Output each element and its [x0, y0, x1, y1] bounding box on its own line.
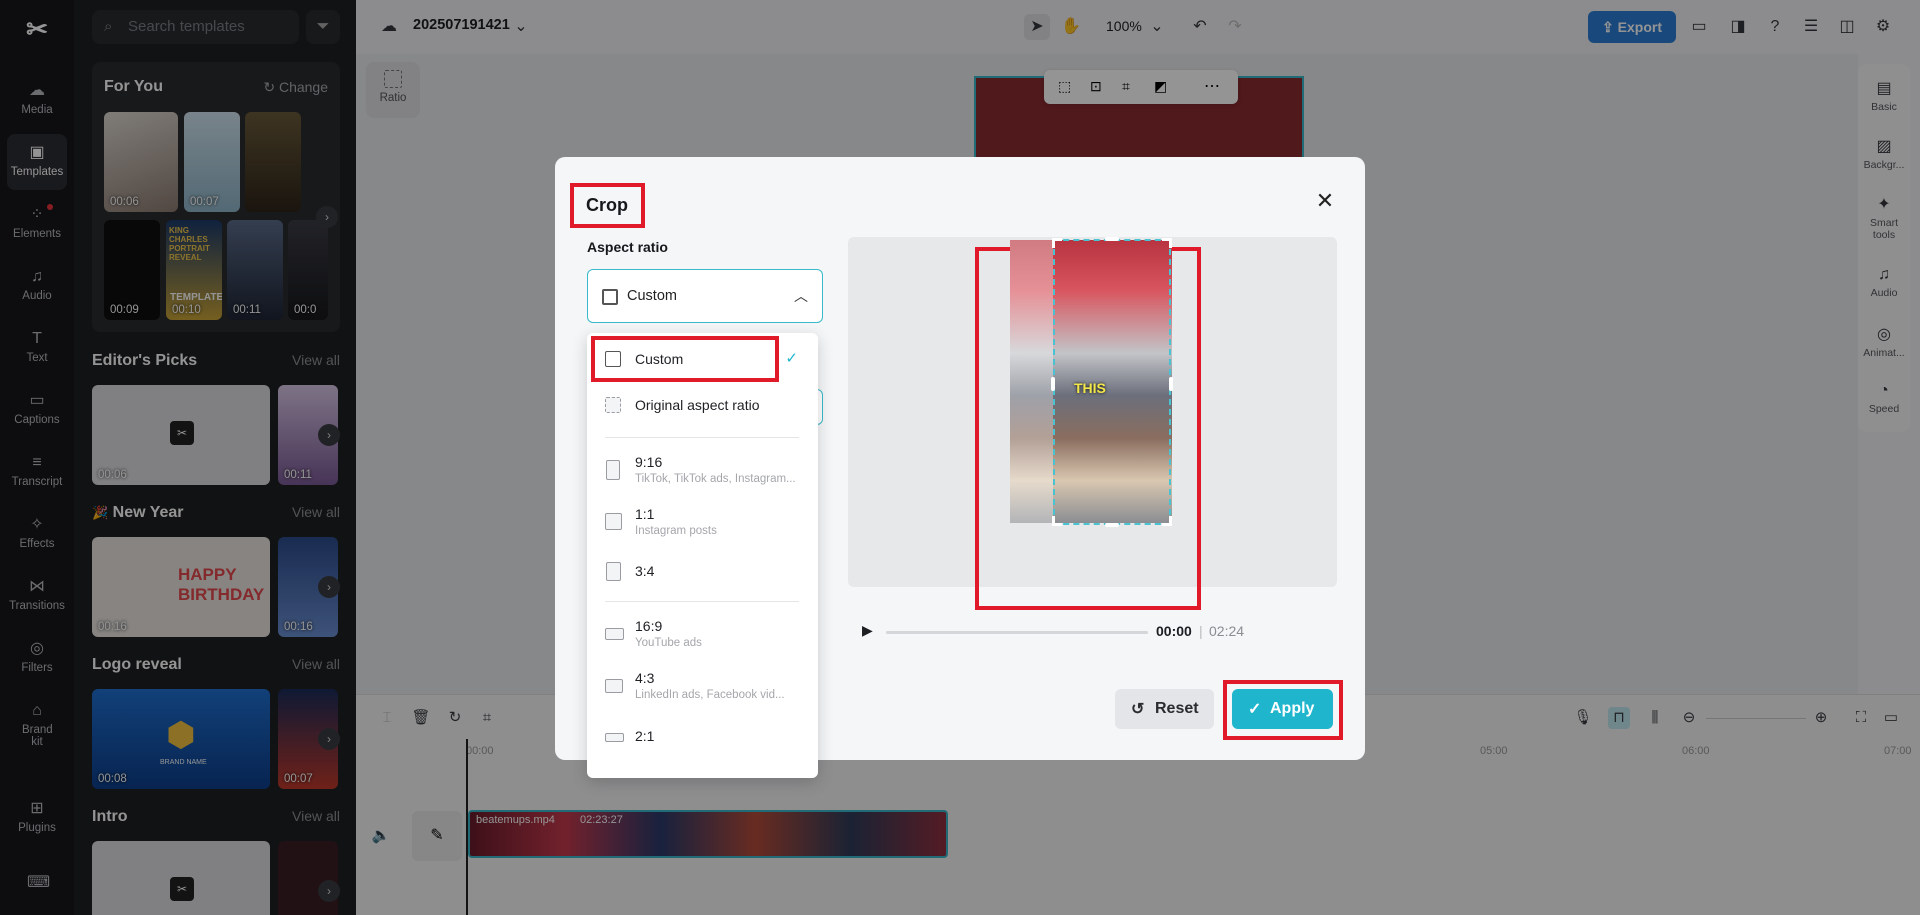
aspect-ratio-dropdown: Custom ✓ Original aspect ratio 9:16 TikT… [587, 333, 818, 778]
ratio-1-1-icon [605, 513, 622, 530]
custom-ratio-icon [602, 289, 618, 305]
crop-handle[interactable] [1169, 377, 1173, 391]
divider [605, 437, 799, 438]
crop-mask-left [1010, 240, 1053, 523]
crop-selection-box[interactable] [1053, 239, 1171, 525]
checkmark-icon: ✓ [785, 349, 798, 367]
time-separator: | [1199, 623, 1203, 639]
crop-title: Crop [586, 195, 628, 216]
option-2-1[interactable]: 2:1 [587, 717, 818, 757]
crop-handle[interactable] [1051, 377, 1055, 391]
option-4-3[interactable]: 4:3 LinkedIn ads, Facebook vid... [587, 661, 818, 711]
option-9-16[interactable]: 9:16 TikTok, TikTok ads, Instagram... [587, 445, 818, 495]
chevron-up-icon: ︿ [794, 286, 808, 306]
crop-handle[interactable] [1052, 238, 1062, 248]
close-icon[interactable]: ✕ [1311, 187, 1339, 215]
divider [605, 601, 799, 602]
option-original[interactable]: Original aspect ratio [587, 383, 818, 427]
ratio-3-4-icon [606, 562, 621, 581]
crop-handle[interactable] [1105, 237, 1119, 241]
ratio-4-3-icon [605, 679, 623, 693]
checkmark-icon: ✓ [1248, 699, 1261, 719]
reset-button[interactable]: ↺Reset [1115, 689, 1214, 729]
option-3-4[interactable]: 3:4 [587, 549, 818, 593]
current-time: 00:00 [1156, 623, 1192, 639]
crop-handle[interactable] [1162, 238, 1172, 248]
crop-handle[interactable] [1162, 516, 1172, 526]
playback-progress[interactable] [886, 631, 1148, 634]
crop-handle[interactable] [1105, 523, 1119, 527]
aspect-ratio-label: Aspect ratio [587, 239, 668, 255]
playback-controls: ▶ 00:00 | 02:24 [848, 612, 1337, 652]
total-time: 02:24 [1209, 623, 1244, 639]
aspect-ratio-select[interactable]: Custom ︿ [587, 269, 823, 323]
crop-handle[interactable] [1052, 516, 1062, 526]
option-16-9[interactable]: 16:9 YouTube ads [587, 609, 818, 659]
play-icon[interactable]: ▶ [862, 622, 873, 639]
ratio-2-1-icon [605, 733, 624, 742]
apply-button[interactable]: ✓Apply [1232, 689, 1333, 729]
highlight-box [591, 336, 779, 382]
ratio-16-9-icon [605, 628, 624, 640]
original-ratio-icon [605, 397, 621, 413]
reset-icon: ↺ [1131, 699, 1144, 719]
crop-dialog: Crop ✕ Aspect ratio Custom ︿ Custom ✓ Or… [555, 157, 1365, 760]
option-1-1[interactable]: 1:1 Instagram posts [587, 497, 818, 547]
ratio-9-16-icon [606, 460, 620, 480]
